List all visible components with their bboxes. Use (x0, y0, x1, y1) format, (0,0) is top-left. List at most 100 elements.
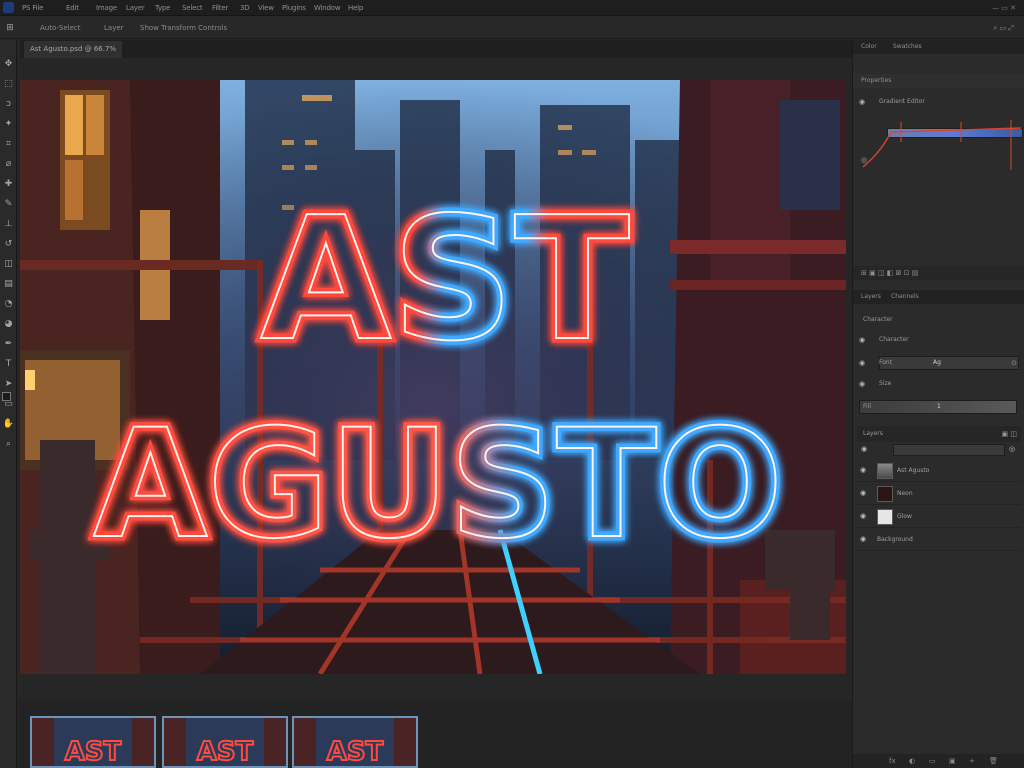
gradient-icon: ◉ (859, 98, 866, 106)
menu-filter[interactable]: Filter (212, 0, 228, 16)
character-header-label: Character (863, 316, 893, 323)
menu-view[interactable]: View (258, 0, 274, 16)
mask-icon[interactable]: ◐ (909, 754, 915, 768)
character-row[interactable]: ◉ Character (857, 332, 1021, 348)
character-header: Character (857, 312, 1021, 328)
menu-window[interactable]: Window (314, 0, 341, 16)
menu-select[interactable]: Select (182, 0, 203, 16)
visibility-eye-icon[interactable]: ◉ (861, 445, 867, 453)
app-logo-icon[interactable] (3, 2, 14, 13)
curve-point-icon[interactable]: ◎ (861, 156, 867, 164)
neon-text-line2-core: AGUSTO (93, 398, 783, 572)
color-panel-tabs: Color Swatches (853, 40, 1024, 54)
layer-name: Neon (897, 490, 913, 497)
layer-thumbnail (877, 463, 893, 479)
layer-item[interactable]: ◉ Glow (857, 506, 1021, 528)
neon-sign-artwork[interactable]: AST AST AGUSTO AGUSTO (20, 80, 846, 674)
dodge-tool-icon[interactable]: ◕ (2, 318, 15, 331)
panel-tool-icons[interactable]: ⊞ ▣ ◫ ◧ ⊠ ⊡ ▤ (861, 266, 918, 280)
menu-file[interactable]: PS File (22, 0, 43, 16)
layers-channels-tabs: Layers Channels (853, 290, 1024, 304)
gradient-curve[interactable] (861, 112, 1021, 172)
menu-plugins[interactable]: Plugins (282, 0, 306, 16)
tab-color[interactable]: Color (861, 40, 877, 54)
eraser-tool-icon[interactable]: ◫ (2, 258, 15, 271)
menu-help[interactable]: Help (348, 0, 363, 16)
options-bar: ⊞ Auto-Select Layer Show Transform Contr… (0, 17, 1024, 39)
eyedropper-tool-icon[interactable]: ⌀ (2, 158, 15, 171)
layer-name: Background (877, 536, 913, 543)
document-tab[interactable]: Ast Agusto.psd @ 66.7% (24, 41, 123, 58)
layer-thumbnail (877, 509, 893, 525)
move-tool-icon[interactable]: ✥ (2, 58, 15, 71)
option-transform-controls[interactable]: Show Transform Controls (140, 17, 227, 39)
tab-layers[interactable]: Layers (861, 290, 881, 304)
magic-wand-tool-icon[interactable]: ✦ (2, 118, 15, 131)
option-layer[interactable]: Layer (104, 17, 124, 39)
layers-menu-icon[interactable]: ▣ ◫ (1002, 426, 1017, 442)
foreground-color-swatch[interactable] (2, 392, 11, 401)
svg-text:AST: AST (327, 737, 384, 766)
variation-thumbnail[interactable]: AST (292, 716, 418, 768)
marquee-tool-icon[interactable]: ⬚ (2, 78, 15, 91)
window-controls[interactable]: — ▭ ✕ (992, 0, 1016, 16)
variation-thumbnail[interactable]: AST (162, 716, 288, 768)
zoom-tool-icon[interactable]: ⌕ (2, 438, 15, 451)
option-auto-select[interactable]: Auto-Select (40, 17, 81, 39)
lasso-tool-icon[interactable]: ↄ (2, 98, 15, 111)
options-right-icons[interactable]: ⌕ ▭ ⤢ (993, 17, 1014, 39)
layer-item[interactable]: ◉ Background (857, 529, 1021, 551)
visibility-eye-icon[interactable]: ◉ (860, 512, 866, 520)
menu-type[interactable]: Type (155, 0, 170, 16)
menu-edit[interactable]: Edit (66, 0, 79, 16)
adjustment-icon[interactable]: ▭ (929, 754, 936, 768)
brush-tool-icon[interactable]: ✎ (2, 198, 15, 211)
healing-tool-icon[interactable]: ✚ (2, 178, 15, 191)
gradient-editor-row: ◉ Gradient Editor (857, 94, 1021, 110)
new-layer-icon[interactable]: + (969, 754, 975, 768)
layers-header-label: Layers (863, 430, 883, 437)
fx-icon[interactable]: fx (889, 754, 896, 768)
trash-icon[interactable]: 🗑 (989, 754, 998, 768)
neon-text-line1-core: AST (260, 181, 630, 379)
menu-image[interactable]: Image (96, 0, 117, 16)
variation-thumbnail[interactable]: AST (30, 716, 156, 768)
filter-icon[interactable]: ◎ (1009, 445, 1015, 453)
type-tool-icon[interactable]: T (2, 358, 15, 371)
layers-header: Layers ▣ ◫ (857, 426, 1021, 442)
move-tool-icon[interactable]: ⊞ (3, 21, 17, 35)
path-select-tool-icon[interactable]: ➤ (2, 378, 15, 391)
hand-tool-icon[interactable]: ✋ (2, 418, 15, 431)
history-brush-tool-icon[interactable]: ↺ (2, 238, 15, 251)
layer-item[interactable]: ◉ Ast Agusto (857, 460, 1021, 482)
fill-value: 1 (937, 403, 941, 410)
visibility-eye-icon[interactable]: ◉ (860, 489, 866, 497)
layer-search-field[interactable] (893, 444, 1005, 456)
visibility-eye-icon[interactable]: ◉ (859, 355, 867, 371)
tab-properties[interactable]: Properties (861, 74, 891, 88)
visibility-eye-icon[interactable]: ◉ (860, 535, 866, 543)
row-label: Size (879, 380, 892, 387)
font-row: ◉ Font Ag ⊙ (857, 355, 1021, 371)
menu-3d[interactable]: 3D (240, 0, 250, 16)
svg-text:AST: AST (65, 737, 122, 766)
layer-item[interactable]: ◉ Neon (857, 483, 1021, 505)
layer-name: Glow (897, 513, 912, 520)
blur-tool-icon[interactable]: ◔ (2, 298, 15, 311)
visibility-eye-icon[interactable]: ◉ (859, 376, 867, 392)
pen-tool-icon[interactable]: ✒ (2, 338, 15, 351)
group-icon[interactable]: ▣ (949, 754, 956, 768)
row-label: Font (879, 359, 893, 366)
canvas-area[interactable]: AST AST AGUSTO AGUSTO (18, 58, 852, 700)
visibility-eye-icon[interactable]: ◉ (859, 332, 867, 348)
tab-swatches[interactable]: Swatches (893, 40, 922, 54)
crop-tool-icon[interactable]: ⌗ (2, 138, 15, 151)
tab-channels[interactable]: Channels (891, 290, 919, 304)
stamp-tool-icon[interactable]: ⊥ (2, 218, 15, 231)
visibility-eye-icon[interactable]: ◉ (860, 466, 866, 474)
dropdown-icon[interactable]: ⊙ (1011, 355, 1017, 371)
menu-layer[interactable]: Layer (126, 0, 145, 16)
right-panel-dock: Color Swatches Properties ◉ Gradient Edi… (852, 40, 1024, 768)
font-value: Ag (933, 359, 941, 366)
gradient-tool-icon[interactable]: ▤ (2, 278, 15, 291)
